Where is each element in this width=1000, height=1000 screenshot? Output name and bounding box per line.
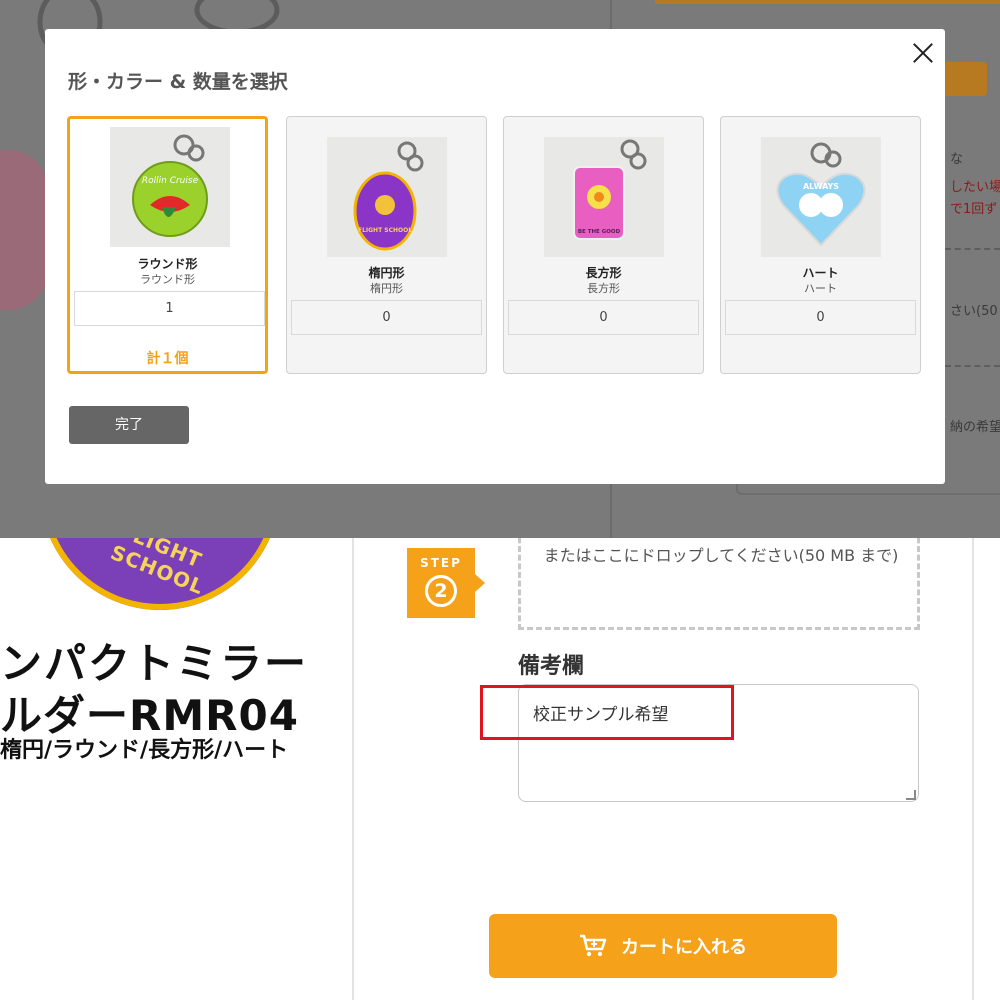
dim-dash-1: [945, 248, 1000, 250]
option-total-round: 計１個: [146, 351, 189, 367]
notes-label: 備考欄: [518, 654, 585, 679]
cart-icon: [580, 934, 607, 957]
option-sub-rectangle: 長方形: [587, 282, 620, 295]
oval-keychain-icon: FLIGHT SCHOOL: [353, 141, 424, 251]
dim-orange-bar: [655, 0, 1000, 4]
option-image-heart: ALWAYS: [761, 137, 881, 257]
option-image-rectangle: BE THE GOOD: [544, 137, 664, 257]
dropzone-text: またはここにドロップしてください(50 MB まで): [543, 546, 899, 565]
heart-keychain-icon: ALWAYS: [776, 142, 866, 247]
dim-text-3: で1回ず: [950, 202, 998, 217]
rectangle-art-text: BE THE GOOD: [578, 229, 621, 235]
rectangle-keychain-icon: BE THE GOOD: [573, 139, 647, 240]
close-icon[interactable]: [910, 40, 936, 66]
quantity-input-rectangle[interactable]: 0: [508, 300, 699, 335]
option-sub-round: ラウンド形: [140, 273, 195, 286]
dim-orange-button: [945, 62, 987, 96]
page: FLIGHT SCHOOL ンパクトミラー ルダーRMR04 楕円/ラウンド/長…: [0, 0, 1000, 1000]
round-keychain-icon: Rollin Cruise: [132, 134, 208, 237]
option-name-heart: ハート: [802, 266, 839, 280]
product-shapes-line: 楕円/ラウンド/長方形/ハート: [0, 738, 289, 763]
option-image-round: Rollin Cruise: [110, 127, 230, 247]
quantity-input-oval[interactable]: 0: [291, 300, 482, 335]
modal-title: 形・カラー & 数量を選択: [68, 71, 288, 93]
step-word: STEP: [420, 556, 462, 570]
step-number: 2: [425, 575, 457, 607]
quantity-input-heart[interactable]: 0: [725, 300, 916, 335]
dim-text-1: な: [950, 152, 964, 167]
option-image-oval: FLIGHT SCHOOL: [327, 137, 447, 257]
option-sub-heart: ハート: [804, 282, 837, 295]
step-2-badge: STEP 2: [407, 548, 485, 618]
done-button[interactable]: 完了: [69, 406, 189, 444]
quantity-input-round[interactable]: 1: [74, 291, 265, 326]
option-card-oval[interactable]: FLIGHT SCHOOL 楕円形 楕円形 0: [286, 116, 487, 374]
add-to-cart-button[interactable]: カートに入れる: [489, 914, 837, 978]
option-name-rectangle: 長方形: [585, 266, 622, 280]
option-name-oval: 楕円形: [368, 266, 405, 280]
round-art-text: Rollin Cruise: [142, 176, 199, 186]
shape-quantity-modal: 形・カラー & 数量を選択 Rollin Cruise ラウンド形 ラウンド形 …: [45, 29, 945, 484]
resize-handle-icon[interactable]: [906, 790, 916, 800]
heart-art-text: ALWAYS: [803, 182, 839, 191]
option-card-heart[interactable]: ALWAYS ハート ハート 0: [720, 116, 921, 374]
option-card-round[interactable]: Rollin Cruise ラウンド形 ラウンド形 1 計１個: [67, 116, 268, 374]
dim-text-4: さい(50 M: [950, 304, 1000, 319]
dim-text-5: 納の希望: [950, 420, 1000, 435]
option-sub-oval: 楕円形: [370, 282, 403, 295]
annotation-highlight-box: [480, 685, 734, 740]
option-name-round: ラウンド形: [137, 257, 198, 271]
dim-text-2: したい場: [950, 180, 1000, 195]
dim-dash-2: [945, 365, 1000, 367]
add-to-cart-label: カートに入れる: [621, 937, 747, 958]
option-card-rectangle[interactable]: BE THE GOOD 長方形 長方形 0: [503, 116, 704, 374]
dim-product-edge: [0, 150, 48, 310]
oval-art-text: FLIGHT SCHOOL: [358, 227, 412, 234]
